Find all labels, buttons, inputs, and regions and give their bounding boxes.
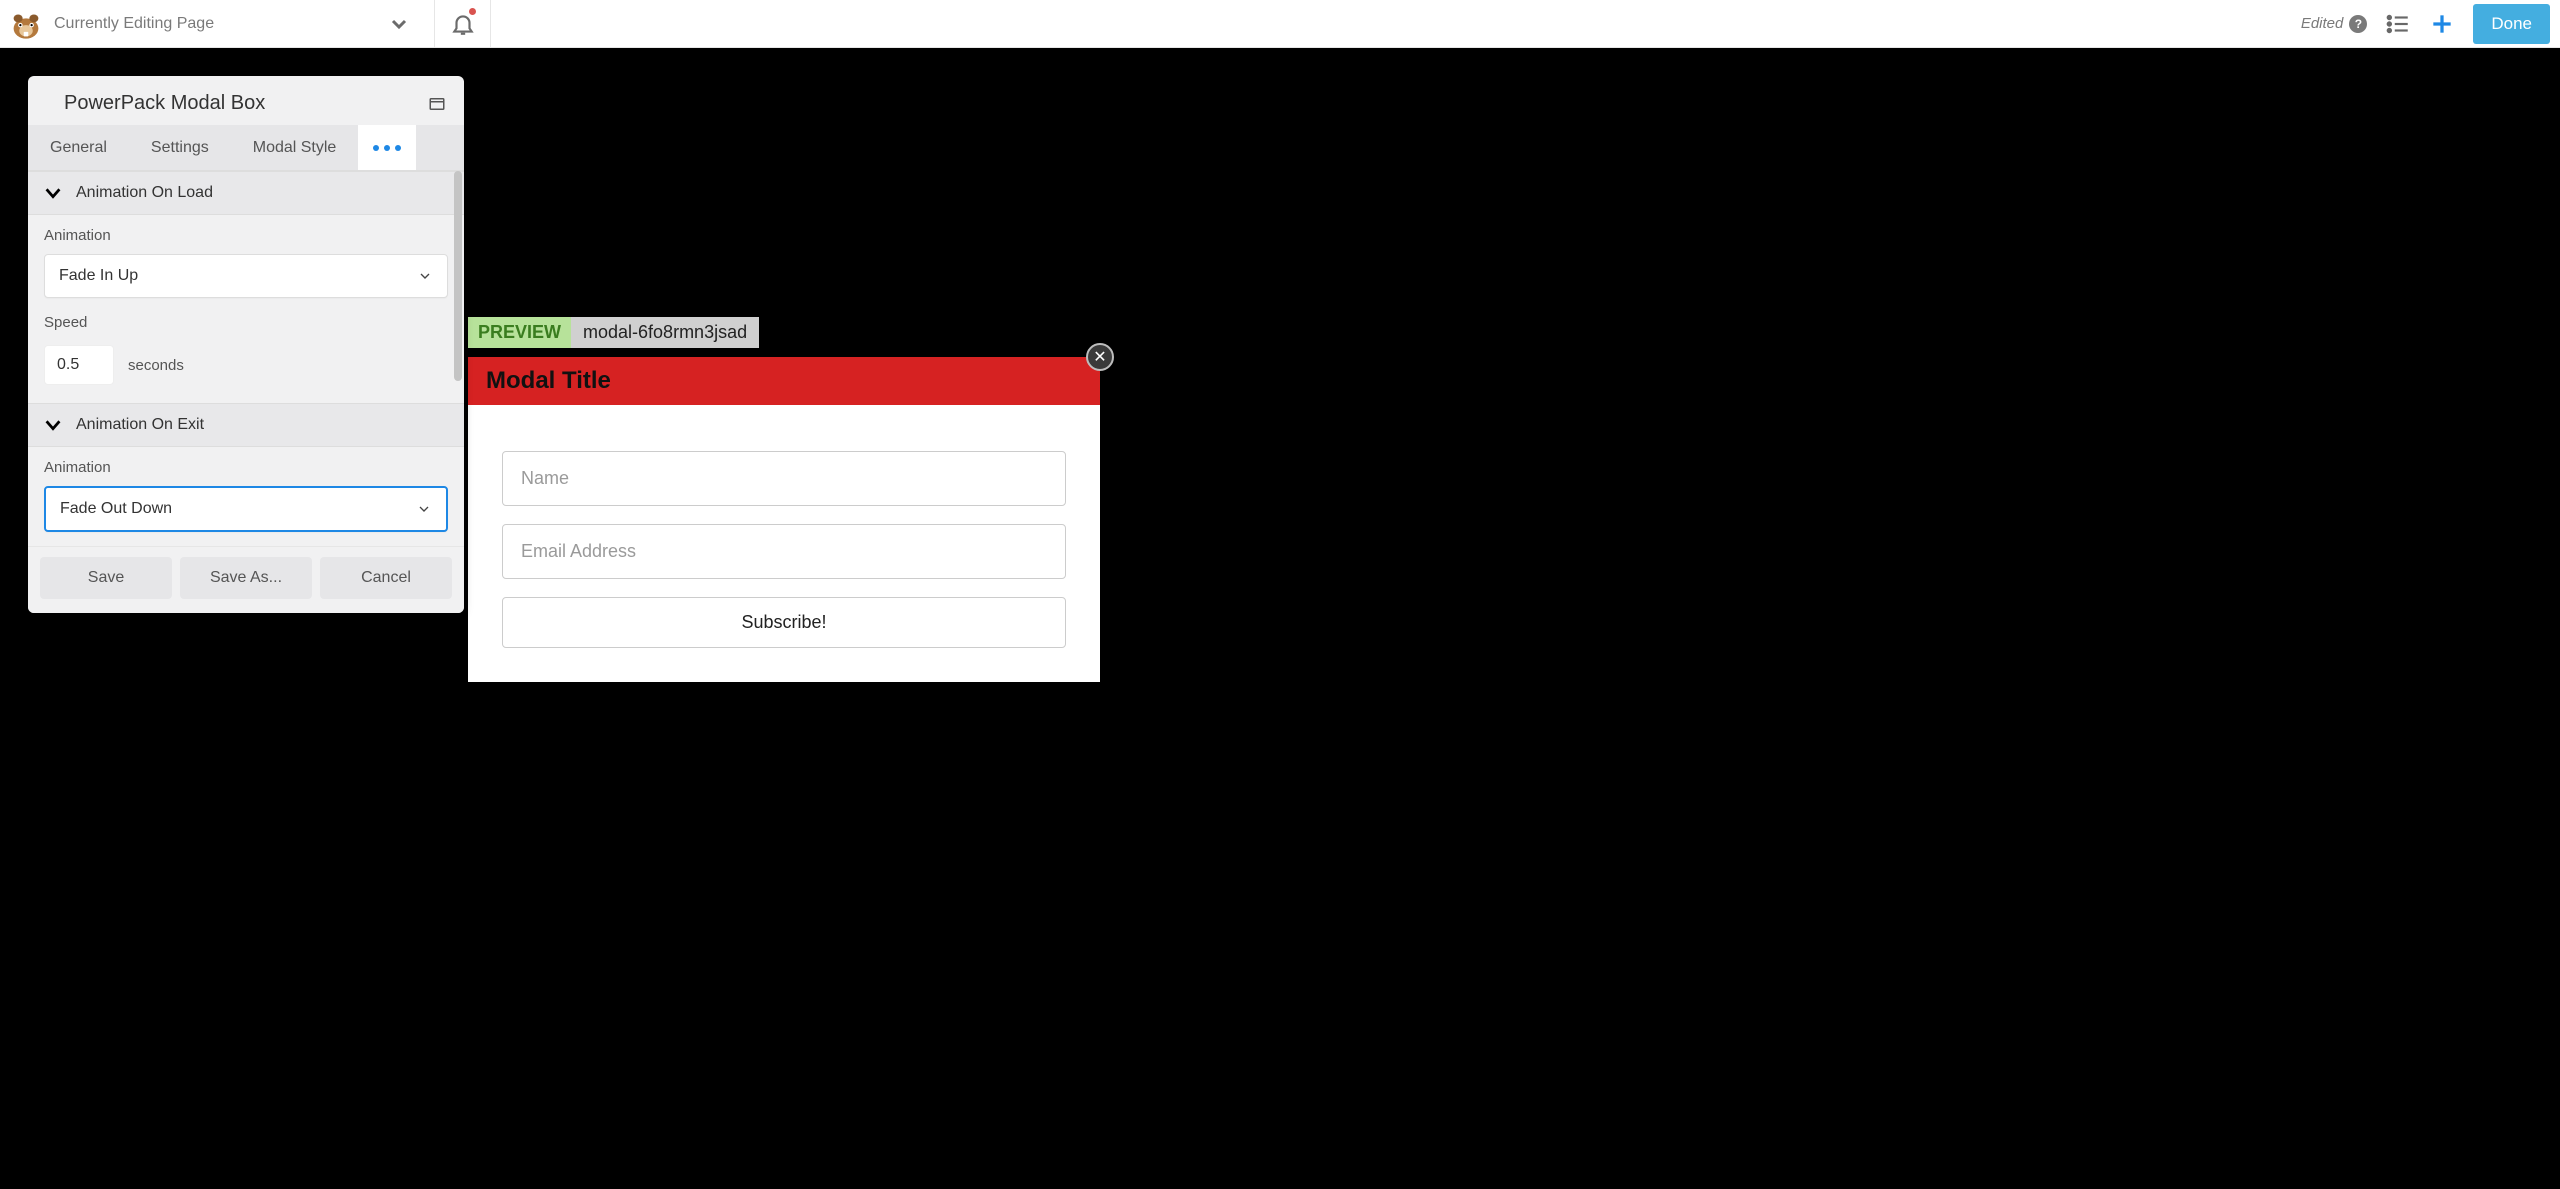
- edited-status[interactable]: Edited ?: [2301, 15, 2368, 33]
- save-button[interactable]: Save: [40, 557, 172, 599]
- chevron-down-icon: [416, 501, 432, 517]
- outline-panel-button[interactable]: [2385, 11, 2411, 37]
- tab-settings[interactable]: Settings: [129, 125, 231, 170]
- section-title: Animation On Exit: [76, 416, 204, 434]
- field-load-animation: Animation Fade In Up: [28, 215, 464, 302]
- field-load-speed: Speed: [28, 302, 464, 345]
- panel-title: PowerPack Modal Box: [64, 92, 265, 115]
- list-icon: [2385, 11, 2411, 37]
- panel-expand-button[interactable]: [428, 95, 446, 113]
- beaver-icon: [8, 6, 44, 42]
- modal-titlebar: Modal Title: [468, 357, 1100, 405]
- panel-body: Animation On Load Animation Fade In Up S…: [28, 171, 464, 546]
- field-exit-animation: Animation Fade Out Down: [28, 447, 464, 546]
- add-module-button[interactable]: [2429, 11, 2455, 37]
- preview-badge: PREVIEW: [468, 317, 571, 348]
- exit-animation-select[interactable]: Fade Out Down: [44, 486, 448, 532]
- top-left-group: Currently Editing Page: [0, 0, 435, 47]
- page-title-dropdown[interactable]: Currently Editing Page: [54, 9, 414, 39]
- panel-header[interactable]: PowerPack Modal Box: [28, 76, 464, 125]
- notification-dot-icon: [469, 8, 476, 15]
- panel-footer: Save Save As... Cancel: [28, 546, 464, 613]
- name-input[interactable]: [502, 451, 1066, 506]
- speed-row: seconds: [28, 345, 464, 403]
- panel-tabs: General Settings Modal Style: [28, 125, 464, 171]
- modal-title: Modal Title: [486, 367, 1082, 395]
- field-label: Animation: [44, 459, 448, 476]
- speed-input[interactable]: [44, 345, 114, 385]
- save-as-button[interactable]: Save As...: [180, 557, 312, 599]
- app-logo[interactable]: [8, 6, 44, 42]
- close-icon: ✕: [1093, 347, 1106, 367]
- section-title: Animation On Load: [76, 184, 213, 202]
- top-toolbar: Currently Editing Page Edited ?: [0, 0, 2560, 48]
- tab-modal-style[interactable]: Modal Style: [231, 125, 359, 170]
- notifications-button[interactable]: [435, 0, 491, 47]
- chevron-down-icon: [42, 414, 64, 436]
- more-dots-icon: [373, 145, 401, 151]
- cancel-button[interactable]: Cancel: [320, 557, 452, 599]
- scrollbar-thumb[interactable]: [454, 171, 462, 381]
- load-animation-select[interactable]: Fade In Up: [44, 254, 448, 298]
- field-label: Speed: [44, 314, 448, 331]
- field-label: Animation: [44, 227, 448, 244]
- chevron-down-icon: [417, 268, 433, 284]
- section-animation-exit[interactable]: Animation On Exit: [28, 403, 464, 447]
- help-icon: ?: [2349, 15, 2367, 33]
- window-icon: [428, 95, 446, 113]
- settings-panel: PowerPack Modal Box General Settings Mod…: [28, 76, 464, 613]
- modal-preview: ✕ Modal Title Subscribe!: [468, 357, 1100, 682]
- select-value: Fade In Up: [59, 267, 138, 285]
- subscribe-button[interactable]: Subscribe!: [502, 597, 1066, 648]
- speed-unit: seconds: [128, 357, 184, 374]
- tab-general[interactable]: General: [28, 125, 129, 170]
- page-title: Currently Editing Page: [54, 15, 374, 33]
- email-input[interactable]: [502, 524, 1066, 579]
- chevron-down-icon: [384, 9, 414, 39]
- tab-more[interactable]: [358, 125, 416, 170]
- preview-tag: PREVIEW modal-6fo8rmn3jsad: [468, 317, 759, 348]
- modal-body: Subscribe!: [468, 405, 1100, 682]
- done-button[interactable]: Done: [2473, 4, 2550, 44]
- plus-icon: [2429, 11, 2455, 37]
- section-animation-load[interactable]: Animation On Load: [28, 171, 464, 215]
- modal-close-button[interactable]: ✕: [1086, 343, 1114, 371]
- chevron-down-icon: [42, 182, 64, 204]
- select-value: Fade Out Down: [60, 500, 172, 518]
- edited-label: Edited: [2301, 15, 2344, 32]
- top-right-group: Edited ? Done: [2301, 4, 2560, 44]
- preview-id: modal-6fo8rmn3jsad: [571, 317, 759, 348]
